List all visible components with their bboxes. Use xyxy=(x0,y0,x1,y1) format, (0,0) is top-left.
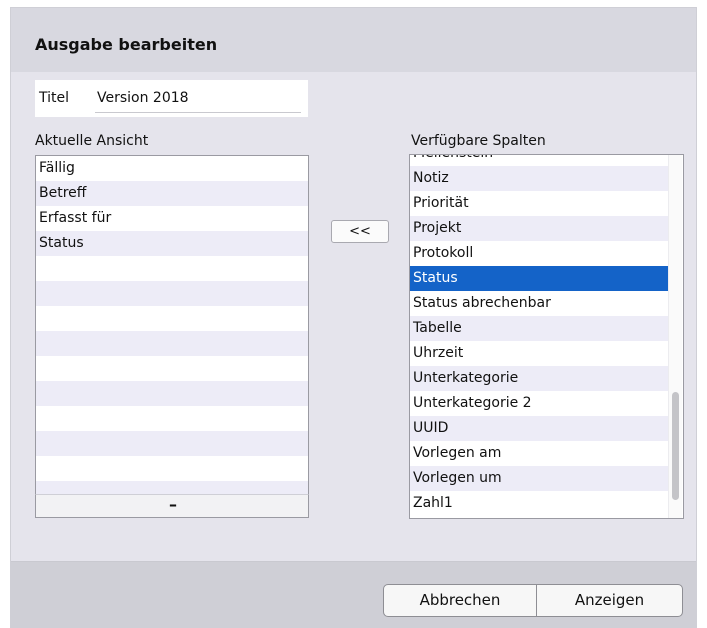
list-item[interactable]: Vorlegen am xyxy=(410,441,668,466)
list-item[interactable]: Meilenstein xyxy=(410,155,668,166)
empty-row xyxy=(36,306,308,331)
list-item[interactable]: Tabelle xyxy=(410,316,668,341)
empty-row xyxy=(36,281,308,306)
title-field-underline xyxy=(95,112,301,113)
current-view-rows: Fällig Betreff Erfasst für Status xyxy=(36,156,308,506)
scrollbar-thumb[interactable] xyxy=(672,392,679,500)
empty-row xyxy=(36,256,308,281)
move-column-left-button[interactable]: << xyxy=(331,220,389,243)
list-item[interactable]: Notiz xyxy=(410,166,668,191)
current-view-list[interactable]: Fällig Betreff Erfasst für Status xyxy=(35,155,309,518)
empty-row xyxy=(36,331,308,356)
title-field-input[interactable]: Version 2018 xyxy=(97,90,189,106)
list-item[interactable]: Status abrechenbar xyxy=(410,291,668,316)
empty-row xyxy=(36,406,308,431)
available-columns-list[interactable]: Meilenstein Notiz Priorität Projekt Prot… xyxy=(409,154,684,519)
available-columns-rows: Meilenstein Notiz Priorität Projekt Prot… xyxy=(410,155,668,516)
list-item[interactable]: Vorlegen um xyxy=(410,466,668,491)
list-item[interactable]: Unterkategorie xyxy=(410,366,668,391)
current-view-footer: – xyxy=(35,494,309,518)
remove-column-button[interactable]: – xyxy=(162,497,184,515)
list-item[interactable]: Fällig xyxy=(36,156,308,181)
title-field-box: Titel Version 2018 xyxy=(35,80,308,117)
empty-row xyxy=(36,381,308,406)
dialog-title: Ausgabe bearbeiten xyxy=(35,35,218,54)
cancel-button[interactable]: Abbrechen xyxy=(383,584,537,617)
list-item[interactable]: Priorität xyxy=(410,191,668,216)
list-item[interactable]: Status xyxy=(36,231,308,256)
list-item[interactable]: Unterkategorie 2 xyxy=(410,391,668,416)
list-item[interactable]: UUID xyxy=(410,416,668,441)
empty-row xyxy=(36,356,308,381)
list-item[interactable]: Zahl1 xyxy=(410,491,668,516)
available-columns-label: Verfügbare Spalten xyxy=(411,133,546,149)
list-item[interactable]: Protokoll xyxy=(410,241,668,266)
list-item[interactable]: Betreff xyxy=(36,181,308,206)
current-view-label: Aktuelle Ansicht xyxy=(35,133,149,149)
list-item[interactable]: Projekt xyxy=(410,216,668,241)
edit-output-dialog: Ausgabe bearbeiten Titel Version 2018 Ak… xyxy=(10,7,697,628)
empty-row xyxy=(36,431,308,456)
vertical-scrollbar[interactable] xyxy=(668,155,682,518)
title-field-label: Titel xyxy=(39,90,70,106)
show-button[interactable]: Anzeigen xyxy=(536,584,683,617)
dialog-header: Ausgabe bearbeiten xyxy=(11,8,696,72)
list-item[interactable]: Uhrzeit xyxy=(410,341,668,366)
empty-row xyxy=(36,456,308,481)
list-item[interactable]: Erfasst für xyxy=(36,206,308,231)
list-item-selected[interactable]: Status xyxy=(410,266,668,291)
